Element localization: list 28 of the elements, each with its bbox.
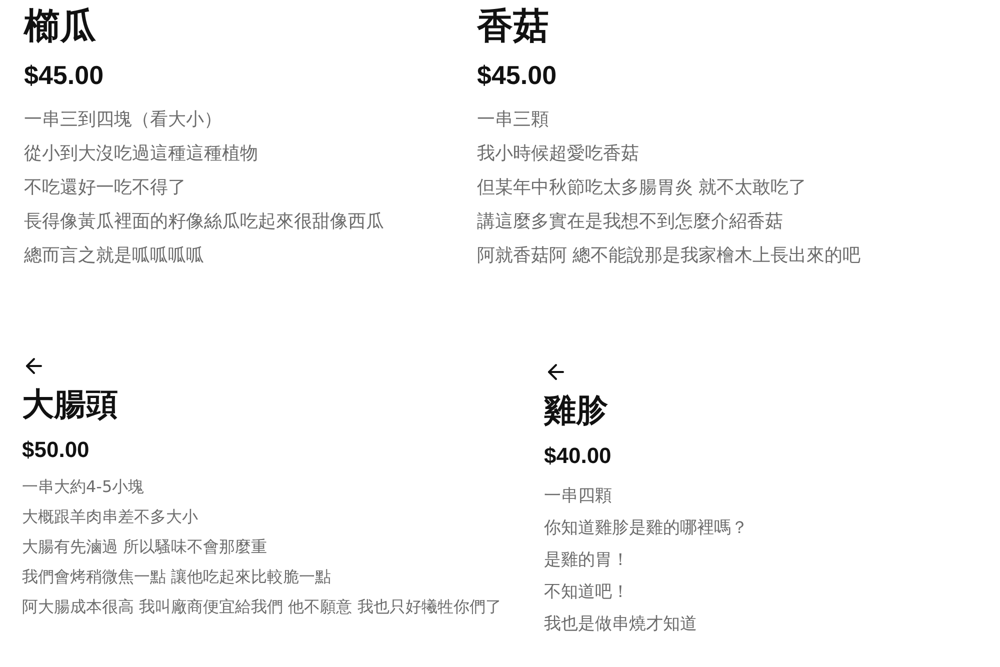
description-line: 我們會烤稍微焦一點 讓他吃起來比較脆一點 [22, 566, 332, 588]
description-line: 我也是做串燒才知道 [544, 613, 697, 636]
description-line: 我小時候超愛吃香菇 [477, 142, 639, 166]
description-line: 阿就香菇阿 總不能說那是我家檜木上長出來的吧 [477, 244, 861, 268]
item-price: $45.00 [24, 58, 104, 92]
description-line: 長得像黃瓜裡面的籽像絲瓜吃起來很甜像西瓜 [24, 210, 384, 234]
description-line: 大腸有先滷過 所以騷味不會那麼重 [22, 536, 268, 558]
description-line: 但某年中秋節吃太多腸胃炎 就不太敢吃了 [477, 176, 807, 200]
item-title: 大腸頭 [22, 384, 118, 425]
description-line: 講這麼多實在是我想不到怎麼介紹香菇 [477, 210, 783, 234]
item-title: 雞胗 [544, 390, 608, 431]
item-price: $45.00 [477, 58, 557, 92]
description-line: 是雞的胃！ [544, 549, 629, 572]
item-title: 香菇 [477, 5, 549, 49]
description-line: 一串三到四塊（看大小） [24, 108, 222, 132]
description-line: 總而言之就是呱呱呱呱 [24, 244, 204, 268]
description-line: 一串三顆 [477, 108, 549, 132]
item-price: $50.00 [22, 436, 90, 464]
description-line: 一串四顆 [544, 485, 612, 508]
description-line: 不知道吧！ [544, 581, 629, 604]
description-line: 不吃還好一吃不得了 [24, 176, 186, 200]
item-title: 櫛瓜 [24, 5, 96, 49]
description-line: 從小到大沒吃過這種這種植物 [24, 142, 258, 166]
description-line: 大概跟羊肉串差不多大小 [22, 506, 198, 528]
description-line: 你知道雞胗是雞的哪裡嗎？ [544, 517, 748, 540]
item-price: $40.00 [544, 442, 612, 470]
description-line: 阿大腸成本很高 我叫廠商便宜給我們 他不願意 我也只好犧牲你們了 [22, 596, 502, 618]
description-line: 一串大約4-5小塊 [22, 476, 144, 498]
